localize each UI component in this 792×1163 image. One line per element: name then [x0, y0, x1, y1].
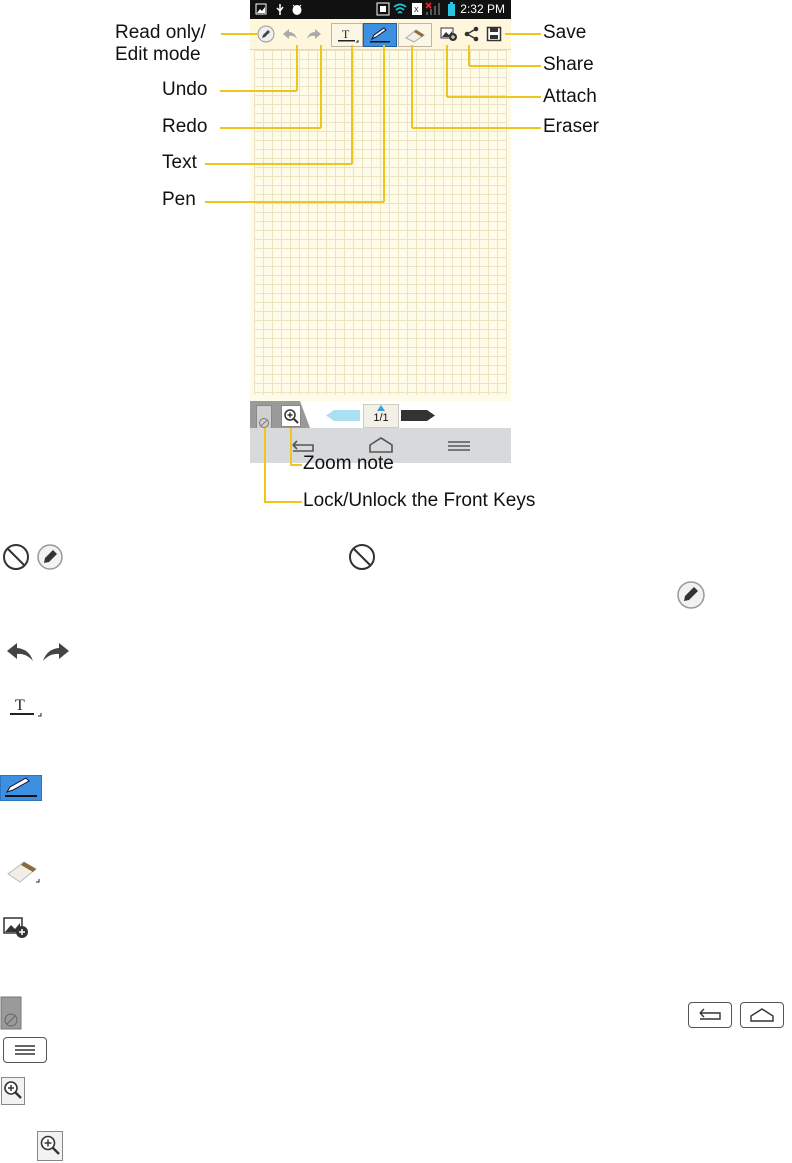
undo-button[interactable] — [277, 23, 303, 45]
memo-canvas[interactable] — [254, 50, 507, 395]
callout-line — [320, 45, 322, 128]
callout-share: Share — [543, 54, 594, 75]
callout-line — [264, 428, 266, 502]
nfc-icon — [376, 2, 390, 16]
pen-tool-icon — [370, 27, 390, 43]
read-only-icon — [349, 544, 375, 570]
callout-undo: Undo — [162, 79, 208, 100]
usb-icon — [276, 4, 284, 15]
page-up-icon — [377, 405, 385, 411]
home-icon — [750, 1008, 774, 1022]
gallery-icon — [255, 3, 267, 15]
page-number: 1/1 — [373, 412, 389, 424]
eraser-icon — [7, 861, 40, 883]
zoom-in-icon — [1, 1077, 25, 1105]
save-icon — [486, 26, 502, 42]
svg-text:X: X — [414, 7, 419, 14]
read-only-icon — [3, 544, 29, 570]
zoom-note-button[interactable] — [281, 405, 301, 427]
eraser-icon — [405, 29, 425, 43]
zoom-in-icon — [37, 1131, 63, 1161]
text-tool-icon: T — [338, 27, 359, 43]
lock-keys-icon — [0, 996, 22, 1030]
callout-line — [205, 163, 352, 165]
signal-icon — [425, 2, 440, 15]
svg-text:T: T — [342, 27, 350, 41]
home-icon[interactable] — [368, 436, 394, 454]
callout-line — [505, 33, 541, 35]
android-debug-icon — [292, 4, 302, 15]
callout-line — [412, 127, 541, 129]
callout-lock-keys: Lock/Unlock the Front Keys — [303, 490, 536, 511]
callout-line — [469, 65, 541, 67]
callout-line — [296, 45, 298, 91]
callout-line — [264, 501, 302, 503]
callout-pen: Pen — [162, 189, 196, 210]
callout-line — [468, 45, 470, 66]
menu-icon[interactable] — [447, 440, 471, 452]
callout-line — [447, 96, 541, 98]
attach-image-icon — [440, 27, 457, 41]
next-page-button[interactable] — [401, 410, 435, 421]
zoom-in-icon — [284, 409, 299, 424]
share-icon — [464, 26, 479, 42]
undo-icon — [283, 29, 297, 39]
back-key — [688, 1002, 732, 1028]
callout-line — [290, 464, 302, 466]
callout-redo: Redo — [162, 116, 208, 137]
callout-line — [446, 45, 448, 97]
battery-icon — [448, 2, 455, 16]
callout-line — [383, 45, 385, 202]
text-tool-button[interactable]: T — [331, 23, 363, 47]
pen-tool-button[interactable] — [363, 23, 397, 47]
eraser-tool-button[interactable] — [398, 23, 432, 47]
bottom-tab-bar: 1/1 — [250, 401, 511, 429]
menu-key — [3, 1037, 47, 1063]
sim-icon: X — [412, 3, 422, 15]
undo-icon — [7, 643, 33, 661]
page-indicator: 1/1 — [363, 404, 399, 428]
callout-read-only: Read only/ Edit mode — [115, 22, 206, 65]
callout-eraser: Eraser — [543, 116, 599, 137]
home-key — [740, 1002, 784, 1028]
callout-save: Save — [543, 22, 587, 43]
previous-page-button[interactable] — [326, 410, 360, 421]
attach-image-icon — [3, 917, 28, 938]
callout-line — [220, 127, 321, 129]
callout-line — [221, 33, 258, 35]
pen-tool-icon — [0, 775, 42, 801]
svg-text:T: T — [15, 697, 25, 714]
callout-line — [220, 90, 297, 92]
callout-line — [205, 201, 384, 203]
callout-text: Text — [162, 152, 197, 173]
status-time: 2:32 PM — [460, 2, 505, 16]
lock-front-keys-button[interactable] — [256, 405, 272, 429]
callout-zoom-note: Zoom note — [303, 453, 394, 474]
status-bar: X 2:32 PM — [250, 0, 511, 19]
redo-icon — [43, 643, 69, 661]
back-icon[interactable] — [290, 438, 316, 454]
qmemo-screenshot: X 2:32 PM T 1/1 — [250, 0, 511, 463]
callout-line — [411, 45, 413, 128]
callout-line — [290, 428, 292, 465]
wifi-icon — [393, 3, 407, 14]
text-tool-icon: T — [10, 697, 42, 717]
callout-attach: Attach — [543, 86, 597, 107]
back-icon — [699, 1008, 721, 1020]
redo-icon — [307, 29, 321, 39]
pen-circle-icon — [257, 25, 275, 43]
save-button[interactable] — [481, 23, 507, 45]
callout-line — [351, 45, 353, 164]
edit-mode-icon — [37, 544, 63, 570]
redo-button[interactable] — [301, 23, 327, 45]
menu-icon — [15, 1045, 35, 1055]
edit-mode-icon — [677, 581, 705, 609]
